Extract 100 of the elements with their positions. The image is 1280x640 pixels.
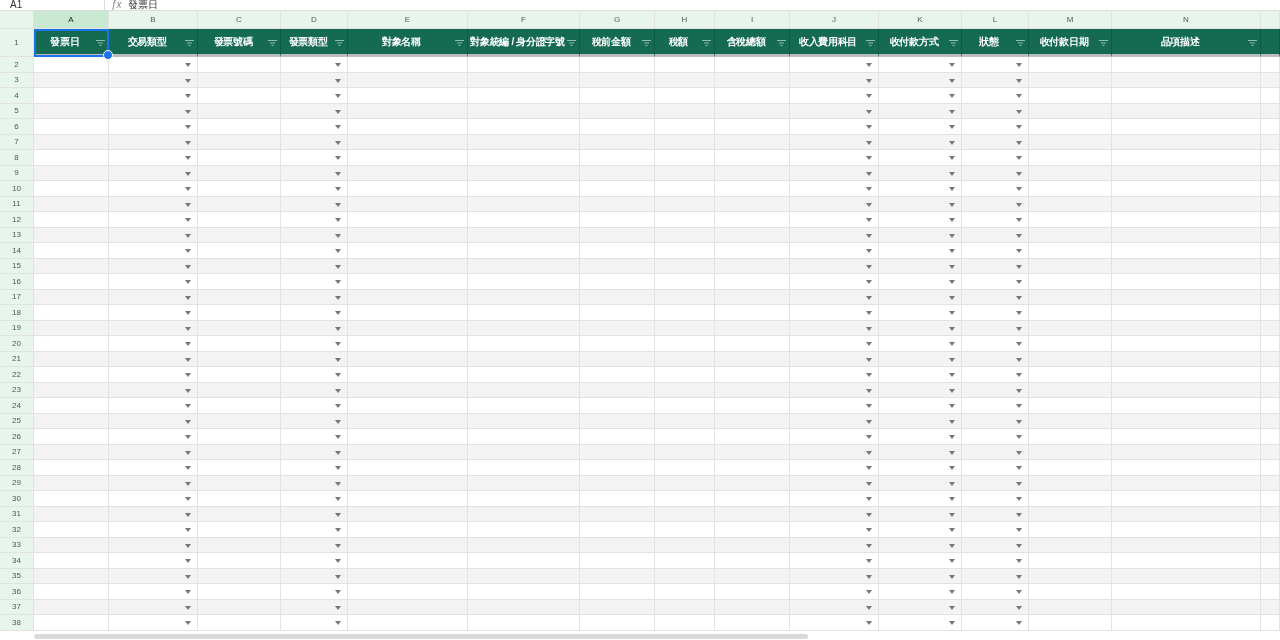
dropdown-caret-icon[interactable]: [866, 202, 872, 207]
dropdown-caret-icon[interactable]: [185, 249, 191, 253]
dropdown-caret-icon[interactable]: [335, 218, 341, 222]
row-number[interactable]: 26: [0, 429, 34, 445]
dropdown-caret-icon[interactable]: [866, 233, 872, 238]
dropdown-caret-icon[interactable]: [335, 109, 341, 114]
filter-icon[interactable]: [1016, 40, 1025, 46]
dropdown-caret-icon[interactable]: [949, 528, 955, 532]
dropdown-caret-icon[interactable]: [335, 466, 341, 470]
dropdown-caret-icon[interactable]: [949, 450, 955, 455]
dropdown-caret-icon[interactable]: [866, 295, 872, 300]
header-cell[interactable]: 交易類型: [109, 29, 198, 57]
dropdown-caret-icon[interactable]: [185, 202, 191, 207]
dropdown-caret-icon[interactable]: [866, 125, 872, 129]
dropdown-caret-icon[interactable]: [1016, 404, 1022, 408]
dropdown-caret-icon[interactable]: [335, 125, 341, 129]
dropdown-caret-icon[interactable]: [866, 497, 872, 501]
dropdown-caret-icon[interactable]: [949, 559, 955, 563]
dropdown-caret-icon[interactable]: [335, 171, 341, 176]
filter-icon[interactable]: [642, 40, 651, 46]
column-header[interactable]: M: [1029, 11, 1112, 29]
dropdown-caret-icon[interactable]: [949, 342, 955, 346]
dropdown-caret-icon[interactable]: [949, 466, 955, 470]
dropdown-caret-icon[interactable]: [866, 218, 872, 222]
dropdown-caret-icon[interactable]: [949, 218, 955, 222]
column-header[interactable]: J: [790, 11, 879, 29]
row-number[interactable]: 16: [0, 274, 34, 290]
dropdown-caret-icon[interactable]: [949, 590, 955, 594]
dropdown-caret-icon[interactable]: [185, 404, 191, 408]
column-header[interactable]: N: [1112, 11, 1261, 29]
dropdown-caret-icon[interactable]: [866, 140, 872, 145]
dropdown-caret-icon[interactable]: [1016, 249, 1022, 253]
dropdown-caret-icon[interactable]: [335, 311, 341, 315]
dropdown-caret-icon[interactable]: [1016, 497, 1022, 501]
header-cell[interactable]: 狀態: [962, 29, 1029, 57]
header-cell[interactable]: 品項描述: [1112, 29, 1261, 57]
dropdown-caret-icon[interactable]: [185, 187, 191, 191]
dropdown-caret-icon[interactable]: [185, 280, 191, 284]
dropdown-caret-icon[interactable]: [185, 78, 191, 83]
dropdown-caret-icon[interactable]: [335, 264, 341, 269]
dropdown-caret-icon[interactable]: [335, 419, 341, 424]
column-header[interactable]: A: [34, 11, 109, 29]
dropdown-caret-icon[interactable]: [1016, 481, 1022, 486]
cell-reference-field[interactable]: A1: [0, 0, 90, 10]
dropdown-caret-icon[interactable]: [1016, 590, 1022, 594]
dropdown-caret-icon[interactable]: [1016, 326, 1022, 331]
dropdown-caret-icon[interactable]: [1016, 140, 1022, 145]
dropdown-caret-icon[interactable]: [1016, 574, 1022, 579]
dropdown-caret-icon[interactable]: [949, 187, 955, 191]
dropdown-caret-icon[interactable]: [949, 497, 955, 501]
dropdown-caret-icon[interactable]: [185, 373, 191, 377]
dropdown-caret-icon[interactable]: [1016, 419, 1022, 424]
dropdown-caret-icon[interactable]: [185, 497, 191, 501]
dropdown-caret-icon[interactable]: [185, 109, 191, 114]
dropdown-caret-icon[interactable]: [1016, 109, 1022, 114]
dropdown-caret-icon[interactable]: [866, 512, 872, 517]
dropdown-caret-icon[interactable]: [1016, 357, 1022, 362]
dropdown-caret-icon[interactable]: [185, 388, 191, 393]
header-cell[interactable]: 收付款日期: [1029, 29, 1112, 57]
dropdown-caret-icon[interactable]: [949, 435, 955, 439]
dropdown-caret-icon[interactable]: [335, 435, 341, 439]
dropdown-caret-icon[interactable]: [185, 233, 191, 238]
header-cell[interactable]: 對象統編 / 身分證字號: [468, 29, 580, 57]
column-header[interactable]: L: [962, 11, 1029, 29]
row-number[interactable]: 38: [0, 615, 34, 631]
dropdown-caret-icon[interactable]: [1016, 528, 1022, 532]
dropdown-caret-icon[interactable]: [185, 481, 191, 486]
dropdown-caret-icon[interactable]: [335, 233, 341, 238]
column-header[interactable]: [1261, 11, 1280, 29]
dropdown-caret-icon[interactable]: [1016, 388, 1022, 393]
dropdown-caret-icon[interactable]: [335, 590, 341, 594]
dropdown-caret-icon[interactable]: [866, 109, 872, 114]
dropdown-caret-icon[interactable]: [185, 450, 191, 455]
row-number[interactable]: 6: [0, 119, 34, 135]
filter-icon[interactable]: [455, 40, 464, 46]
dropdown-caret-icon[interactable]: [185, 311, 191, 315]
dropdown-caret-icon[interactable]: [185, 543, 191, 548]
dropdown-caret-icon[interactable]: [866, 528, 872, 532]
dropdown-caret-icon[interactable]: [335, 295, 341, 300]
dropdown-caret-icon[interactable]: [866, 311, 872, 315]
dropdown-caret-icon[interactable]: [949, 419, 955, 424]
column-header[interactable]: I: [715, 11, 790, 29]
filter-icon[interactable]: [335, 40, 344, 46]
dropdown-caret-icon[interactable]: [949, 512, 955, 517]
row-number[interactable]: 36: [0, 584, 34, 600]
dropdown-caret-icon[interactable]: [1016, 311, 1022, 315]
dropdown-caret-icon[interactable]: [866, 605, 872, 610]
dropdown-caret-icon[interactable]: [949, 357, 955, 362]
row-number[interactable]: 12: [0, 212, 34, 228]
dropdown-caret-icon[interactable]: [866, 466, 872, 470]
dropdown-caret-icon[interactable]: [1016, 543, 1022, 548]
dropdown-caret-icon[interactable]: [949, 481, 955, 486]
row-number[interactable]: 4: [0, 88, 34, 104]
dropdown-caret-icon[interactable]: [866, 621, 872, 625]
dropdown-caret-icon[interactable]: [949, 605, 955, 610]
header-cell[interactable]: 發票號碼: [198, 29, 281, 57]
dropdown-caret-icon[interactable]: [335, 512, 341, 517]
dropdown-caret-icon[interactable]: [185, 590, 191, 594]
dropdown-caret-icon[interactable]: [185, 574, 191, 579]
dropdown-caret-icon[interactable]: [335, 543, 341, 548]
